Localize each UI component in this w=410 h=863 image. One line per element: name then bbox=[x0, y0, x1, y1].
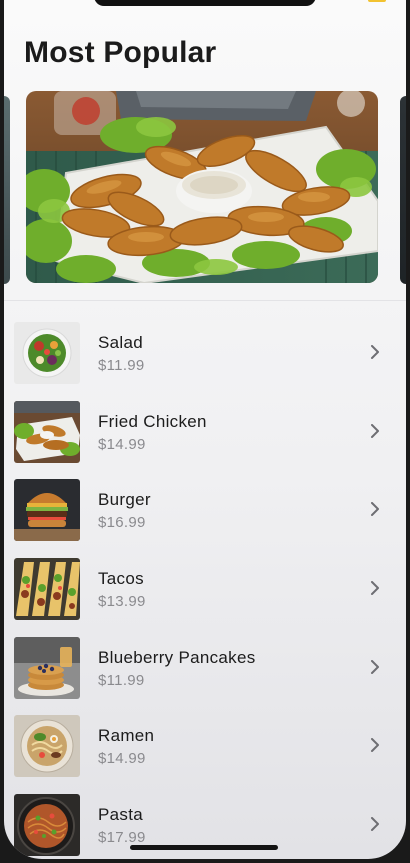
item-price: $14.99 bbox=[98, 435, 146, 453]
app-screen: Most Popular Salad $11.99 Fried Chicken … bbox=[4, 0, 406, 859]
home-indicator[interactable] bbox=[130, 845, 278, 850]
item-thumbnail bbox=[14, 715, 80, 778]
chevron-right-icon bbox=[371, 581, 379, 596]
fried-chicken-image bbox=[14, 400, 80, 463]
list-item[interactable]: Burger $16.99 bbox=[4, 473, 406, 552]
item-price: $16.99 bbox=[98, 514, 146, 532]
list-item[interactable]: Salad $11.99 bbox=[4, 316, 406, 395]
item-name: Tacos bbox=[98, 569, 144, 589]
section-divider bbox=[4, 300, 406, 301]
popular-carousel[interactable] bbox=[4, 88, 406, 288]
chevron-right-icon bbox=[371, 502, 379, 517]
item-price: $17.99 bbox=[98, 829, 146, 847]
item-price: $14.99 bbox=[98, 750, 146, 768]
chevron-right-icon bbox=[371, 345, 379, 359]
item-thumbnail bbox=[14, 479, 80, 542]
tacos-image bbox=[14, 558, 80, 621]
list-item[interactable]: Tacos $13.99 bbox=[4, 552, 406, 631]
item-price: $11.99 bbox=[98, 357, 145, 374]
item-price: $11.99 bbox=[98, 671, 145, 689]
device-notch bbox=[94, 0, 316, 6]
item-name: Salad bbox=[98, 333, 143, 352]
item-name: Pasta bbox=[98, 805, 143, 825]
chevron-right-icon bbox=[371, 659, 379, 674]
chevron-right-icon bbox=[371, 423, 379, 438]
list-item[interactable]: Ramen $14.99 bbox=[4, 709, 406, 788]
status-indicator bbox=[368, 0, 386, 2]
pasta-image bbox=[14, 794, 80, 857]
salad-image bbox=[14, 322, 80, 384]
fried-chicken-platter-image bbox=[26, 91, 378, 283]
list-item[interactable]: Blueberry Pancakes $11.99 bbox=[4, 631, 406, 710]
ramen-image bbox=[14, 715, 80, 778]
carousel-next-card[interactable] bbox=[400, 96, 406, 284]
pancakes-image bbox=[14, 636, 80, 699]
item-name: Burger bbox=[98, 490, 151, 510]
item-name: Fried Chicken bbox=[98, 411, 207, 431]
chevron-right-icon bbox=[371, 817, 379, 832]
carousel-previous-card[interactable] bbox=[4, 96, 10, 284]
burger-image bbox=[14, 479, 80, 542]
menu-list: Salad $11.99 Fried Chicken $14.99 Burger… bbox=[4, 316, 406, 859]
item-name: Blueberry Pancakes bbox=[98, 647, 256, 667]
item-thumbnail bbox=[14, 636, 80, 699]
featured-dish-card[interactable] bbox=[26, 91, 378, 283]
item-price: $13.99 bbox=[98, 593, 146, 611]
chevron-right-icon bbox=[371, 738, 379, 753]
item-thumbnail bbox=[14, 322, 80, 384]
list-item[interactable]: Fried Chicken $14.99 bbox=[4, 395, 406, 474]
item-thumbnail bbox=[14, 400, 80, 463]
page-title: Most Popular bbox=[24, 36, 217, 69]
item-name: Ramen bbox=[98, 726, 155, 746]
item-thumbnail bbox=[14, 794, 80, 857]
item-thumbnail bbox=[14, 558, 80, 621]
